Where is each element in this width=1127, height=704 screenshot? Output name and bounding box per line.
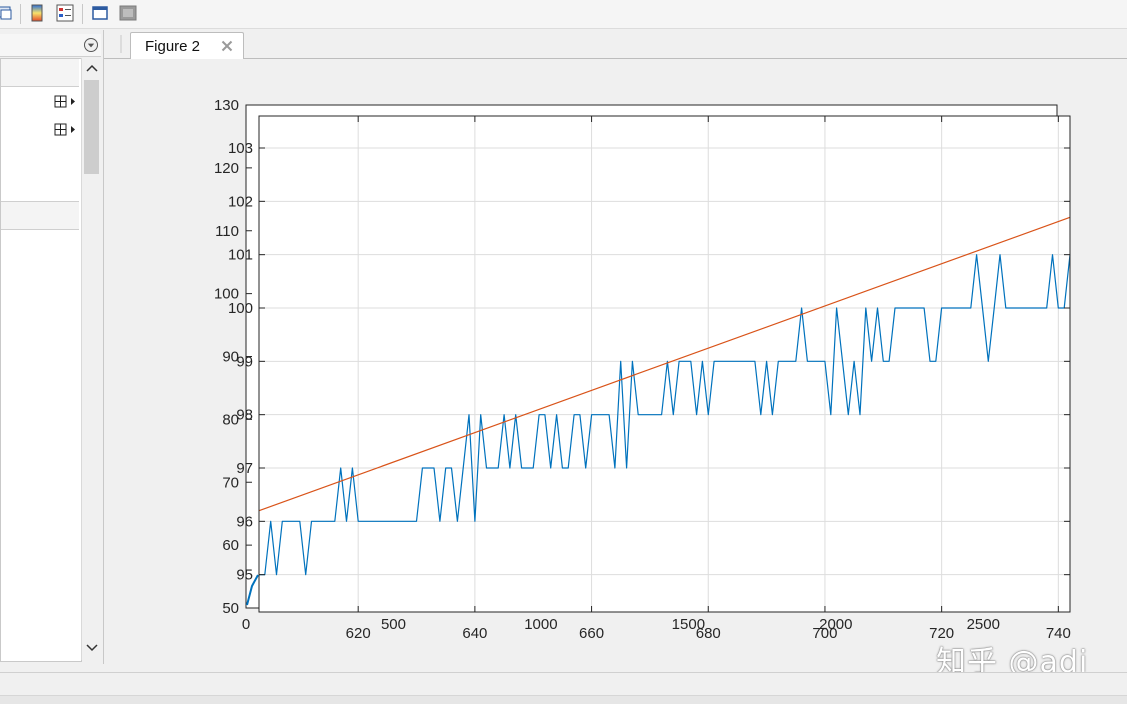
- y-tick-label: 120: [214, 160, 239, 177]
- status-bar-lower: [0, 695, 1127, 704]
- x-tick-label: 680: [696, 625, 721, 642]
- panel-menu-icon[interactable]: [83, 37, 99, 53]
- y-tick-label: 60: [222, 537, 239, 554]
- y-tick-label: 97: [236, 460, 253, 477]
- tab-figure-2[interactable]: Figure 2: [130, 32, 244, 59]
- list-section-row[interactable]: [1, 201, 79, 230]
- y-tick-label: 95: [236, 567, 253, 584]
- figure-plot: 0 500 1000 1500 2000 2500 5060708090100110120…: [214, 97, 1071, 642]
- tab-label: Figure 2: [145, 38, 201, 55]
- y-tick-label: 50: [222, 600, 239, 617]
- view-switch-icon[interactable]: [0, 3, 16, 23]
- x-tick-label: 2500: [967, 616, 1000, 633]
- dock-window-icon[interactable]: [89, 3, 111, 23]
- scrollbar-thumb[interactable]: [84, 80, 99, 174]
- toolbar-separator: [82, 4, 83, 24]
- figure-toolbar: [0, 0, 1127, 29]
- figure-canvas: 0 500 1000 1500 2000 2500 50 60 70 80 90 100 110 120…: [104, 59, 1127, 671]
- undock-window-icon[interactable]: [117, 3, 139, 23]
- x-tick-label: 0: [242, 616, 250, 633]
- toolbar-separator: [20, 4, 21, 24]
- y-tick-label: 99: [236, 353, 253, 370]
- y-tick-label: 103: [228, 140, 253, 157]
- colorbar-icon[interactable]: [26, 3, 48, 23]
- x-tick-label: 1000: [524, 616, 557, 633]
- close-icon[interactable]: [221, 40, 233, 52]
- panel-scrollbar[interactable]: [81, 58, 101, 660]
- y-tick-label: 101: [228, 247, 253, 264]
- x-tick-label: 700: [812, 625, 837, 642]
- y-tick-label: 110: [215, 223, 239, 240]
- figure-tab-strip: Figure 2: [104, 30, 1127, 59]
- tab-strip-grip-icon: [120, 35, 122, 53]
- y-tick-label: 96: [236, 513, 253, 530]
- status-bar: [0, 672, 1127, 704]
- x-tick-label: 660: [579, 625, 604, 642]
- legend-icon[interactable]: [54, 3, 76, 23]
- scroll-up-icon[interactable]: [85, 62, 99, 74]
- list-header-row: [1, 59, 79, 87]
- grid-expand-icon[interactable]: [54, 95, 78, 109]
- panel-header: [0, 34, 101, 57]
- scroll-down-icon[interactable]: [85, 642, 99, 654]
- y-tick-label: 130: [214, 97, 239, 114]
- list-item[interactable]: [54, 123, 78, 142]
- grid-expand-icon[interactable]: [54, 123, 78, 137]
- panel-list: [0, 58, 82, 662]
- x-tick-label: 620: [346, 625, 371, 642]
- y-tick-label: 102: [228, 193, 253, 210]
- y-tick-label: 98: [236, 407, 253, 424]
- left-panel: [0, 30, 104, 664]
- list-item[interactable]: [54, 95, 78, 114]
- y-tick-label: 100: [228, 300, 253, 317]
- x-tick-label: 500: [381, 616, 406, 633]
- x-tick-label: 640: [462, 625, 487, 642]
- axes-foreground: 620 640 660 680 700 720 740 959697989910010110…: [228, 115, 1071, 642]
